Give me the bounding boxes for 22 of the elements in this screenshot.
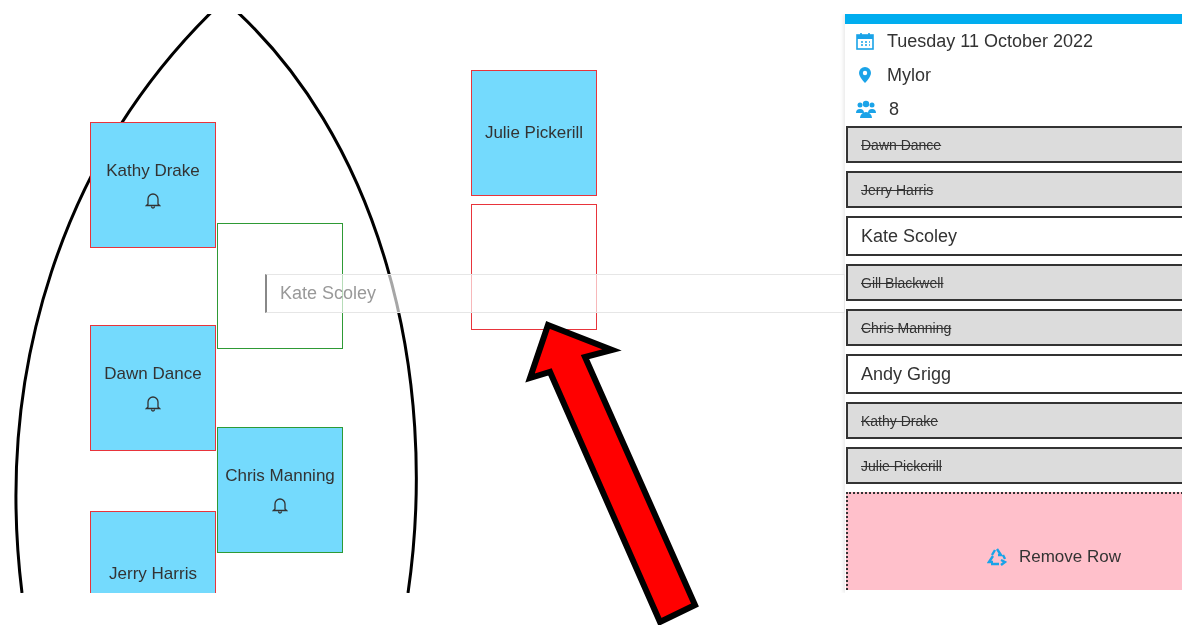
remove-drop-zone[interactable]: Remove Row — [846, 492, 1182, 590]
remove-label: Remove Row — [1018, 547, 1121, 567]
seat-card[interactable]: Chris Manning — [217, 427, 343, 553]
crew-row[interactable]: Dawn Dance — [846, 126, 1182, 163]
crew-row[interactable]: Jerry Harris — [846, 171, 1182, 208]
calendar-icon — [855, 31, 875, 51]
empty-seat[interactable] — [471, 204, 597, 330]
crew-row[interactable]: Julie Pickerill — [846, 447, 1182, 484]
seat-card[interactable]: Jerry Harris — [90, 511, 216, 593]
crew-row[interactable]: Andy Grigg — [846, 354, 1182, 394]
crew-row[interactable]: Chris Manning — [846, 309, 1182, 346]
session-location: Mylor — [887, 64, 931, 86]
people-icon — [855, 99, 877, 119]
seat-card[interactable]: Kathy Drake — [90, 122, 216, 248]
session-date: Tuesday 11 October 2022 — [887, 30, 1094, 52]
crew-row[interactable]: Gill Blackwell — [846, 264, 1182, 301]
crew-count: 8 — [889, 98, 899, 120]
crew-row[interactable]: Kate Scoley — [846, 216, 1182, 256]
seat-card[interactable]: Julie Pickerill — [471, 70, 597, 196]
seat-card[interactable]: Dawn Dance — [90, 325, 216, 451]
recycle-icon — [986, 547, 1007, 567]
crew-row[interactable]: Kathy Drake — [846, 402, 1182, 439]
